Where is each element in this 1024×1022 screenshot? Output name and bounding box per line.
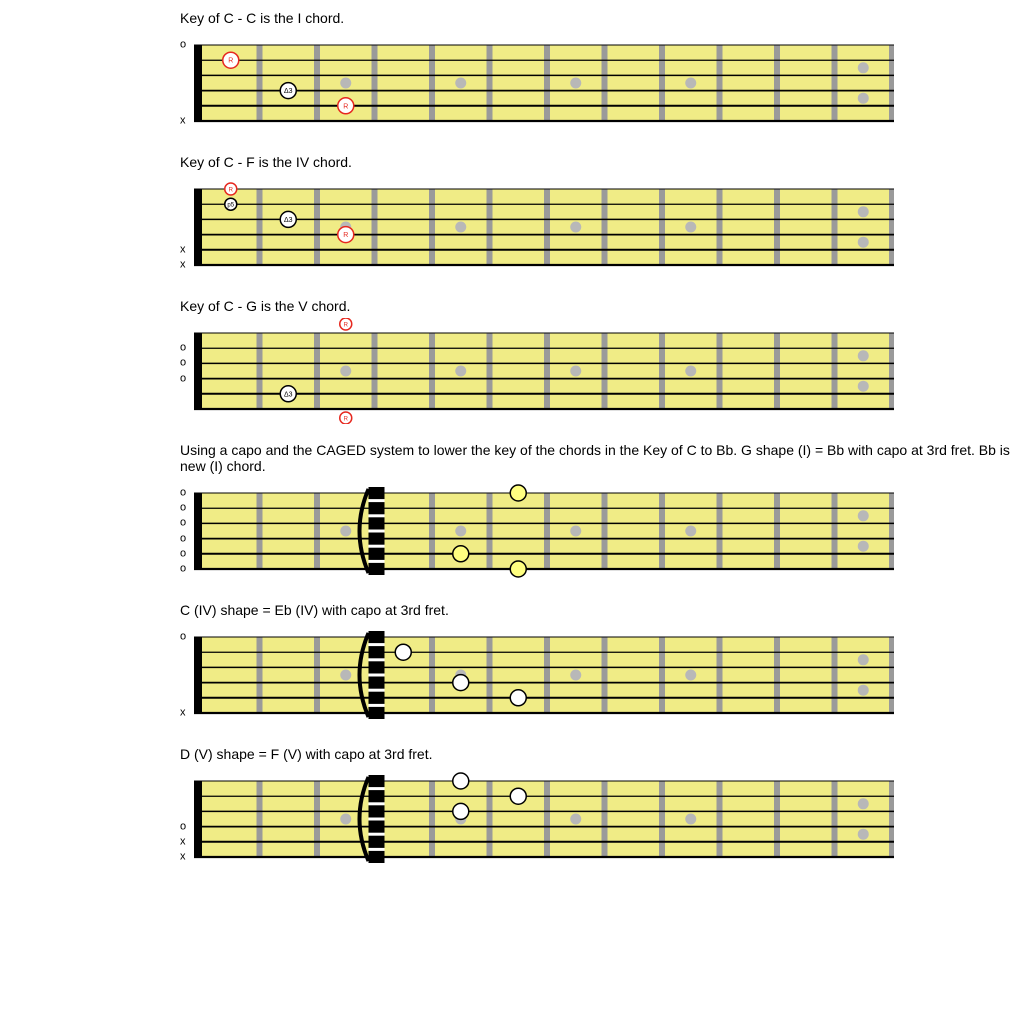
diagram-caption: C (IV) shape = Eb (IV) with capo at 3rd … xyxy=(180,602,1024,618)
diagram-caption: Key of C - F is the IV chord. xyxy=(180,154,1024,170)
muted-string-marker: x xyxy=(180,116,186,127)
diagram-caption: D (V) shape = F (V) with capo at 3rd fre… xyxy=(180,746,1024,762)
chord-diagram: Key of C - F is the IV chord. xx Rp5 Δ3 R xyxy=(180,154,1024,280)
svg-text:R: R xyxy=(343,103,348,110)
muted-string-marker: x xyxy=(180,260,186,271)
fretboard: Rp5 Δ3 R xyxy=(194,174,894,280)
svg-text:R: R xyxy=(228,58,233,65)
note-dot xyxy=(510,690,526,706)
open-string-marker: o xyxy=(180,40,186,51)
open-string-marker: o xyxy=(180,564,186,575)
muted-string-marker: x xyxy=(180,708,186,719)
note-dot xyxy=(453,773,469,789)
chord-diagram: D (V) shape = F (V) with capo at 3rd fre… xyxy=(180,746,1024,872)
fretboard: R Δ3 R xyxy=(194,318,894,424)
open-string-marker: o xyxy=(180,518,186,529)
chord-diagram: Key of C - C is the I chord.oxRΔ3R xyxy=(180,10,1024,136)
svg-text:R: R xyxy=(344,417,349,423)
muted-string-marker: x xyxy=(180,852,186,863)
nut-markers: ooo xyxy=(180,318,194,424)
open-string-marker: o xyxy=(180,373,186,384)
note-dot xyxy=(510,485,526,501)
muted-string-marker: x xyxy=(180,836,186,847)
chord-diagram: C (IV) shape = Eb (IV) with capo at 3rd … xyxy=(180,602,1024,728)
open-string-marker: o xyxy=(180,533,186,544)
fretboard: R Δ3 R xyxy=(194,30,894,136)
open-string-marker: o xyxy=(180,343,186,354)
note-dot xyxy=(453,803,469,819)
open-string-marker: o xyxy=(180,632,186,643)
note-dot xyxy=(453,675,469,691)
nut-markers: ox xyxy=(180,30,194,136)
open-string-marker: o xyxy=(180,488,186,499)
fretboard xyxy=(194,478,894,584)
open-string-marker: o xyxy=(180,821,186,832)
nut-markers: oxx xyxy=(180,766,194,872)
nut-markers: oooooo xyxy=(180,478,194,584)
nut-markers: xx xyxy=(180,174,194,280)
fretboard xyxy=(194,622,894,728)
nut-markers: ox xyxy=(180,622,194,728)
open-string-marker: o xyxy=(180,548,186,559)
muted-string-marker: x xyxy=(180,244,186,255)
note-dot xyxy=(510,561,526,577)
svg-text:R: R xyxy=(229,188,234,194)
svg-text:R: R xyxy=(344,323,349,329)
svg-text:p5: p5 xyxy=(227,203,234,209)
note-dot xyxy=(395,644,411,660)
svg-text:Δ3: Δ3 xyxy=(284,217,293,224)
diagram-caption: Key of C - C is the I chord. xyxy=(180,10,1024,26)
diagram-caption: Key of C - G is the V chord. xyxy=(180,298,1024,314)
chord-diagram: Using a capo and the CAGED system to low… xyxy=(180,442,1024,584)
svg-text:Δ3: Δ3 xyxy=(284,88,293,95)
svg-text:Δ3: Δ3 xyxy=(284,391,293,398)
diagram-caption: Using a capo and the CAGED system to low… xyxy=(180,442,1024,474)
svg-text:R: R xyxy=(343,232,348,239)
note-dot xyxy=(453,546,469,562)
chord-diagram: Key of C - G is the V chord.oooRΔ3R xyxy=(180,298,1024,424)
note-dot xyxy=(510,788,526,804)
open-string-marker: o xyxy=(180,503,186,514)
open-string-marker: o xyxy=(180,358,186,369)
fretboard xyxy=(194,766,894,872)
